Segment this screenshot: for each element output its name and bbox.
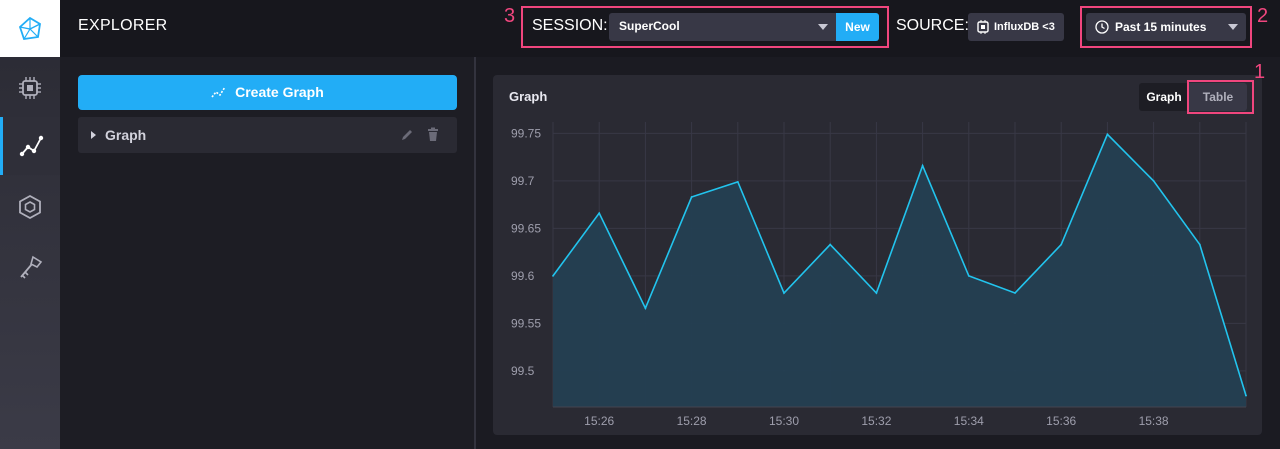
- hexagon-icon: [19, 194, 41, 220]
- create-graph-button[interactable]: Create Graph: [78, 75, 457, 110]
- time-range-select[interactable]: Past 15 minutes: [1086, 13, 1246, 41]
- source-label: SOURCE:: [896, 17, 969, 34]
- source-select[interactable]: InfluxDB <3: [968, 13, 1064, 41]
- chevron-down-icon: [1228, 24, 1238, 30]
- graph-list-item[interactable]: Graph: [78, 117, 457, 153]
- logo[interactable]: [0, 0, 60, 57]
- graph-card-title: Graph: [509, 89, 548, 104]
- graph-list-panel: [60, 57, 474, 449]
- new-session-button[interactable]: New: [836, 13, 879, 41]
- sidebar-item-kapacitor[interactable]: [0, 178, 60, 236]
- logo-icon: [18, 16, 41, 40]
- pencil-icon[interactable]: [400, 128, 414, 142]
- graph-item-label: Graph: [105, 127, 147, 143]
- clock-icon: [1095, 20, 1109, 34]
- time-range-value: Past 15 minutes: [1115, 20, 1207, 34]
- cpu-chip-icon: [19, 77, 41, 99]
- page-title: EXPLORER: [78, 17, 168, 34]
- create-graph-label: Create Graph: [235, 84, 324, 100]
- chevron-down-icon: [818, 24, 828, 30]
- graph-icon: [211, 86, 226, 98]
- sidebar-item-admin[interactable]: [0, 238, 60, 296]
- server-icon: [977, 20, 989, 34]
- sidebar-item-explorer[interactable]: [0, 117, 60, 175]
- graph-card: [493, 75, 1262, 435]
- session-value: SuperCool: [619, 19, 680, 33]
- session-select[interactable]: SuperCool: [609, 13, 837, 41]
- graph-icon: [19, 135, 43, 157]
- source-value: InfluxDB <3: [994, 21, 1055, 33]
- annotation-number-2: 2: [1257, 5, 1269, 27]
- sidebar-item-host-list[interactable]: [0, 59, 60, 117]
- trash-icon[interactable]: [426, 127, 440, 141]
- graph-toggle-button[interactable]: Graph: [1139, 83, 1189, 111]
- annotation-number-3: 3: [504, 5, 516, 27]
- highlight-box-table-toggle: [1187, 80, 1254, 114]
- annotation-number-1: 1: [1254, 61, 1266, 83]
- session-label: SESSION:: [532, 17, 608, 34]
- key-icon: [20, 255, 43, 279]
- sidebar: [0, 0, 60, 449]
- caret-right-icon[interactable]: [90, 130, 98, 140]
